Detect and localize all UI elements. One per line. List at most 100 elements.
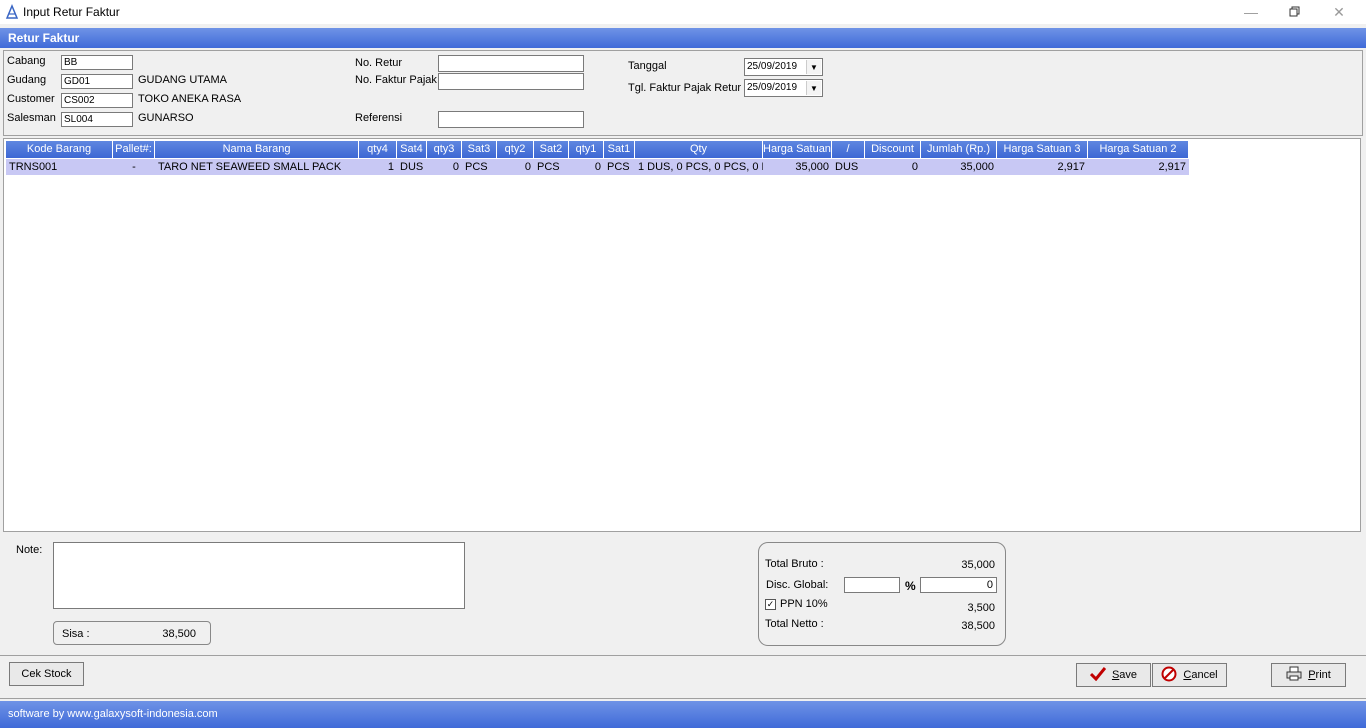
totals-panel: Total Bruto : 35,000 Disc. Global: % 0 ✓…	[758, 542, 1006, 646]
sisa-label: Sisa :	[62, 628, 90, 640]
cell-sat4[interactable]: DUS	[397, 159, 427, 175]
app-icon	[5, 4, 19, 20]
checkmark-icon	[1089, 666, 1107, 684]
customer-input[interactable]: CS002	[61, 93, 133, 108]
cek-stock-button[interactable]: Cek Stock	[9, 662, 84, 686]
print-label: Print	[1308, 669, 1331, 681]
cell-harga-satuan-3[interactable]: 2,917	[997, 159, 1088, 175]
printer-icon	[1286, 666, 1302, 684]
column-header-jumlah[interactable]: Jumlah (Rp.)	[921, 141, 997, 158]
save-label: Save	[1111, 669, 1138, 681]
cabang-label: Cabang	[7, 55, 46, 67]
status-text: software by www.galaxysoft-indonesia.com	[8, 708, 218, 720]
cell-sat2[interactable]: PCS	[534, 159, 569, 175]
column-header-harga-satuan[interactable]: Harga Satuan	[763, 141, 832, 158]
cell-nama-barang[interactable]: TARO NET SEAWEED SMALL PACK	[155, 159, 359, 175]
total-netto-label: Total Netto :	[765, 618, 824, 630]
chevron-down-icon[interactable]: ▼	[806, 60, 821, 74]
print-button[interactable]: Print	[1271, 663, 1346, 687]
gudang-input[interactable]: GD01	[61, 74, 133, 89]
gudang-label: Gudang	[7, 74, 47, 86]
cek-stock-label: Cek Stock	[21, 668, 72, 680]
restore-icon[interactable]	[1272, 0, 1318, 24]
no-retur-input[interactable]	[438, 55, 584, 72]
cell-harga-satuan[interactable]: 35,000	[763, 159, 832, 175]
ppn-checkbox[interactable]: ✓	[765, 599, 776, 610]
column-header-kode-barang[interactable]: Kode Barang	[6, 141, 113, 158]
minimize-icon[interactable]: —	[1228, 0, 1274, 24]
column-header-sat2[interactable]: Sat2	[534, 141, 569, 158]
items-grid[interactable]: Kode Barang Pallet#: Nama Barang qty4 Sat4 qt…	[3, 138, 1361, 532]
column-header-qty[interactable]: Qty	[635, 141, 763, 158]
save-button[interactable]: Save	[1076, 663, 1151, 687]
column-header-qty1[interactable]: qty1	[569, 141, 604, 158]
cell-qty3[interactable]: 0	[427, 159, 462, 175]
disc-global-label: Disc. Global:	[766, 579, 829, 591]
customer-label: Customer	[7, 93, 55, 105]
cell-qty1[interactable]: 0	[569, 159, 604, 175]
no-faktur-pajak-label: No. Faktur Pajak	[355, 74, 437, 86]
total-bruto-label: Total Bruto :	[765, 558, 824, 570]
cancel-label: Cancel	[1183, 669, 1218, 681]
tgl-faktur-date-picker[interactable]: 25/09/2019 ▼	[744, 79, 823, 97]
tgl-faktur-value: 25/09/2019	[747, 82, 798, 93]
cell-per-unit[interactable]: DUS	[832, 159, 865, 175]
note-label: Note:	[16, 544, 43, 556]
column-header-nama-barang[interactable]: Nama Barang	[155, 141, 359, 158]
cell-qty4[interactable]: 1	[359, 159, 397, 175]
tanggal-value: 25/09/2019	[747, 61, 798, 72]
cell-qty[interactable]: 1 DUS, 0 PCS, 0 PCS, 0 PCS	[635, 159, 763, 175]
divider	[0, 655, 1366, 656]
salesman-input[interactable]: SL004	[61, 112, 133, 127]
tanggal-label: Tanggal	[628, 60, 667, 72]
cancel-icon	[1161, 666, 1177, 685]
column-header-harga-satuan-3[interactable]: Harga Satuan 3	[997, 141, 1088, 158]
column-header-sat1[interactable]: Sat1	[604, 141, 635, 158]
sisa-panel: Sisa : 38,500	[53, 621, 211, 645]
tgl-faktur-label: Tgl. Faktur Pajak Retur	[628, 82, 742, 94]
gudang-name: GUDANG UTAMA	[138, 74, 228, 86]
cancel-button[interactable]: Cancel	[1152, 663, 1227, 687]
ppn-label: PPN 10%	[780, 598, 828, 610]
cell-kode-barang[interactable]: TRNS001	[6, 159, 113, 175]
sisa-value: 38,500	[162, 628, 196, 640]
section-header	[0, 28, 1366, 48]
column-header-sat3[interactable]: Sat3	[462, 141, 497, 158]
referensi-input[interactable]	[438, 111, 584, 128]
total-bruto-value: 35,000	[961, 559, 995, 571]
column-header-sat4[interactable]: Sat4	[397, 141, 427, 158]
disc-global-percent-input[interactable]	[844, 577, 900, 593]
divider	[0, 698, 1366, 699]
window-title: Input Retur Faktur	[23, 5, 120, 19]
customer-name: TOKO ANEKA RASA	[138, 93, 242, 105]
percent-sign: %	[905, 579, 916, 593]
cell-sat1[interactable]: PCS	[604, 159, 635, 175]
column-header-qty3[interactable]: qty3	[427, 141, 462, 158]
section-title: Retur Faktur	[8, 31, 80, 45]
close-icon[interactable]: ✕	[1316, 0, 1362, 24]
ppn-value: 3,500	[967, 602, 995, 614]
column-header-per-unit[interactable]: /	[832, 141, 865, 158]
cell-jumlah[interactable]: 35,000	[921, 159, 997, 175]
column-header-harga-satuan-2[interactable]: Harga Satuan 2	[1088, 141, 1189, 158]
cell-pallet[interactable]: -	[113, 159, 155, 175]
cell-discount[interactable]: 0	[865, 159, 921, 175]
total-netto-value: 38,500	[961, 620, 995, 632]
column-header-discount[interactable]: Discount	[865, 141, 921, 158]
disc-global-amount-input[interactable]: 0	[920, 577, 997, 593]
no-retur-label: No. Retur	[355, 57, 403, 69]
tanggal-date-picker[interactable]: 25/09/2019 ▼	[744, 58, 823, 76]
referensi-label: Referensi	[355, 112, 403, 124]
salesman-name: GUNARSO	[138, 112, 194, 124]
cell-sat3[interactable]: PCS	[462, 159, 497, 175]
column-header-pallet[interactable]: Pallet#:	[113, 141, 155, 158]
cell-qty2[interactable]: 0	[497, 159, 534, 175]
cabang-input[interactable]: BB	[61, 55, 133, 70]
chevron-down-icon[interactable]: ▼	[806, 81, 821, 95]
cell-harga-satuan-2[interactable]: 2,917	[1088, 159, 1189, 175]
salesman-label: Salesman	[7, 112, 56, 124]
column-header-qty2[interactable]: qty2	[497, 141, 534, 158]
no-faktur-pajak-input[interactable]	[438, 73, 584, 90]
note-textarea[interactable]	[53, 542, 465, 609]
column-header-qty4[interactable]: qty4	[359, 141, 397, 158]
